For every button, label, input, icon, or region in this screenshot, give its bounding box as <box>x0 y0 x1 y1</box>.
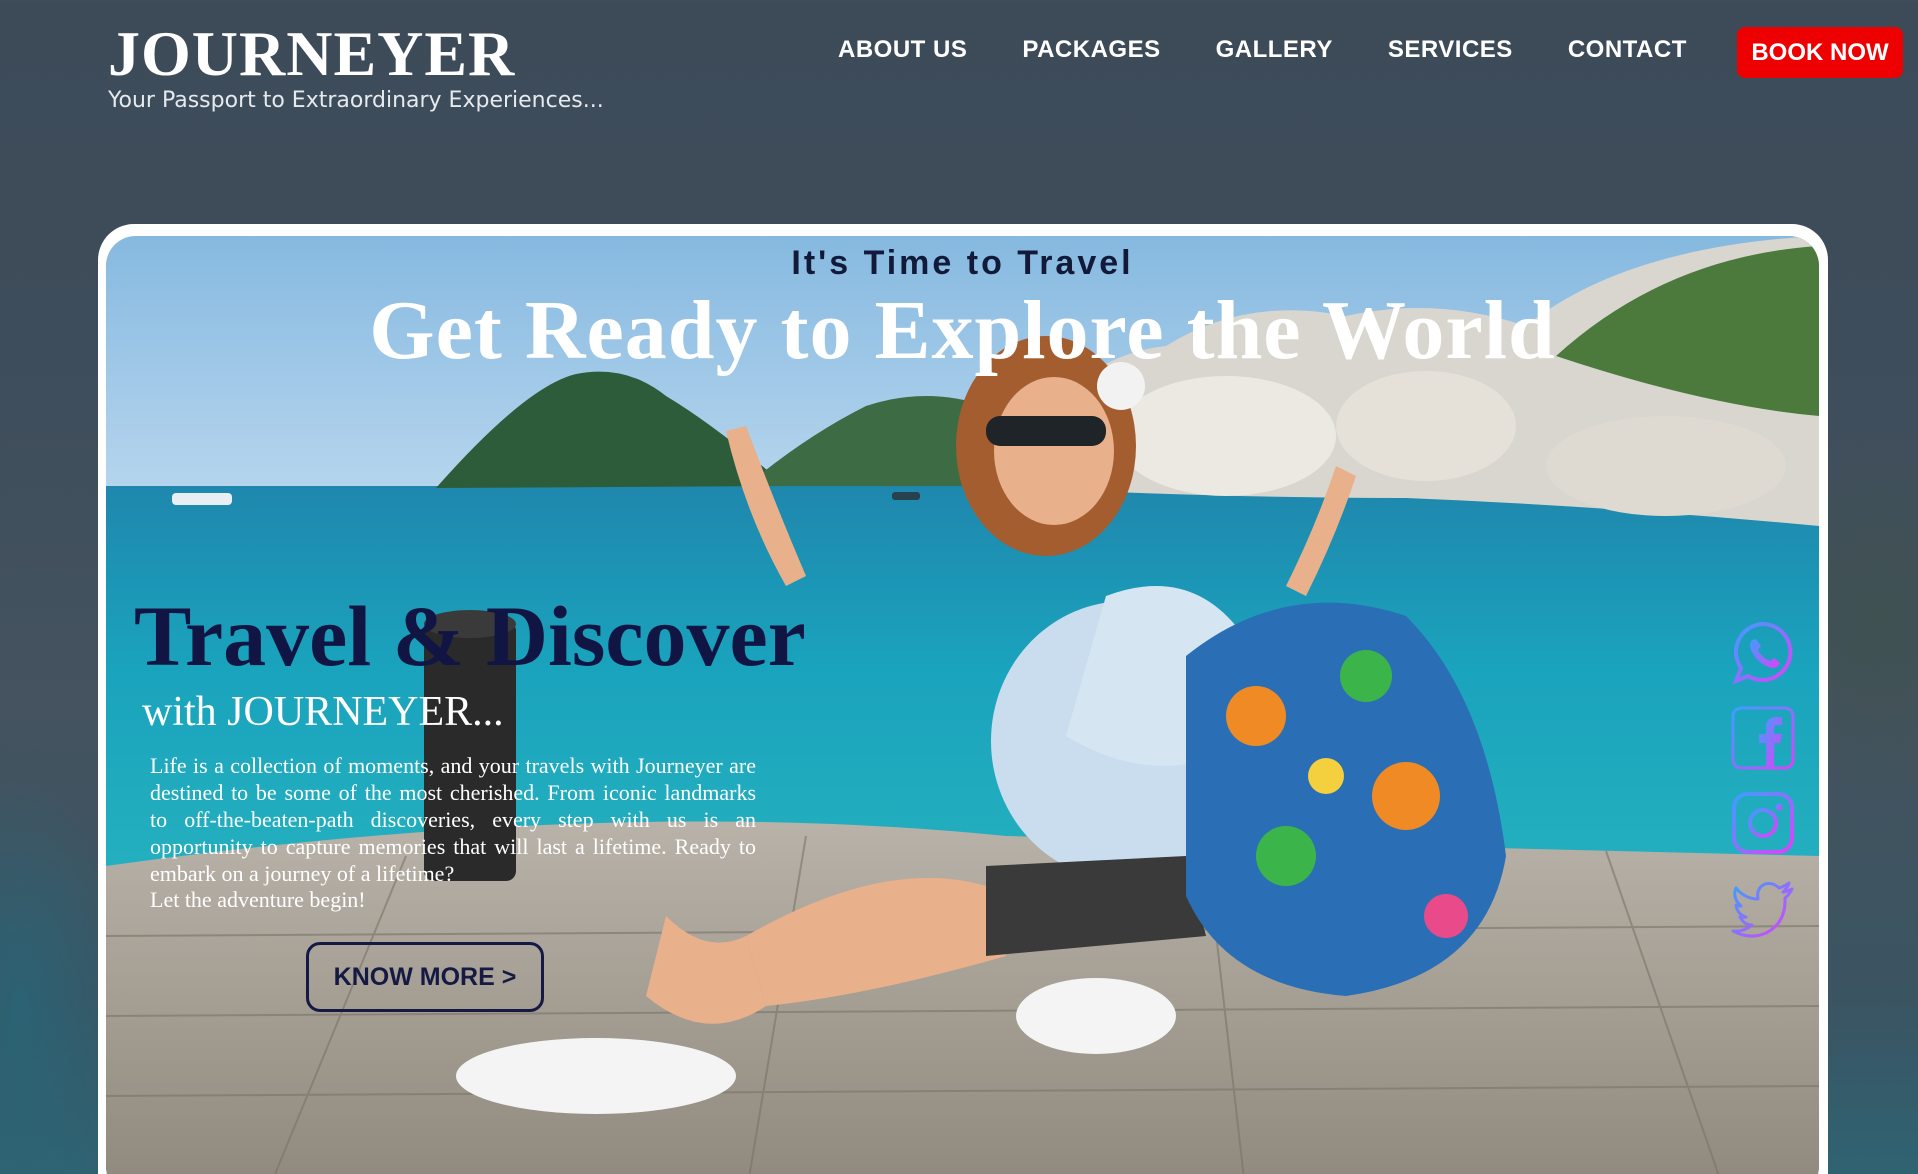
whatsapp-icon[interactable] <box>1728 618 1798 688</box>
know-more-button[interactable]: KNOW MORE > <box>306 942 544 1012</box>
main-nav: ABOUT US PACKAGES GALLERY SERVICES CONTA… <box>838 36 1742 64</box>
nav-about-us[interactable]: ABOUT US <box>838 36 967 64</box>
hero-banner: It's Time to Travel Get Ready to Explore… <box>106 236 1819 1174</box>
twitter-icon[interactable] <box>1728 873 1798 943</box>
nav-packages[interactable]: PACKAGES <box>1022 36 1160 64</box>
brand-tagline: Your Passport to Extraordinary Experienc… <box>108 88 604 113</box>
brand[interactable]: JOURNEYER Your Passport to Extraordinary… <box>108 18 604 113</box>
hero-eyebrow: It's Time to Travel <box>791 244 1134 282</box>
book-now-button[interactable]: BOOK NOW <box>1737 27 1903 78</box>
hero-body: Life is a collection of moments, and you… <box>150 753 756 886</box>
nav-services[interactable]: SERVICES <box>1388 36 1513 64</box>
hero-body-last: Let the adventure begin! <box>150 887 366 912</box>
social-links <box>1728 618 1798 958</box>
hero-subtitle: with JOURNEYER... <box>142 689 504 735</box>
hero-title: Travel & Discover <box>134 588 806 684</box>
nav-contact[interactable]: CONTACT <box>1568 36 1687 64</box>
nav-gallery[interactable]: GALLERY <box>1216 36 1333 64</box>
hero-headline: Get Ready to Explore the World <box>369 284 1556 377</box>
brand-title[interactable]: JOURNEYER <box>108 18 604 90</box>
facebook-icon[interactable] <box>1728 703 1798 773</box>
instagram-icon[interactable] <box>1728 788 1798 858</box>
